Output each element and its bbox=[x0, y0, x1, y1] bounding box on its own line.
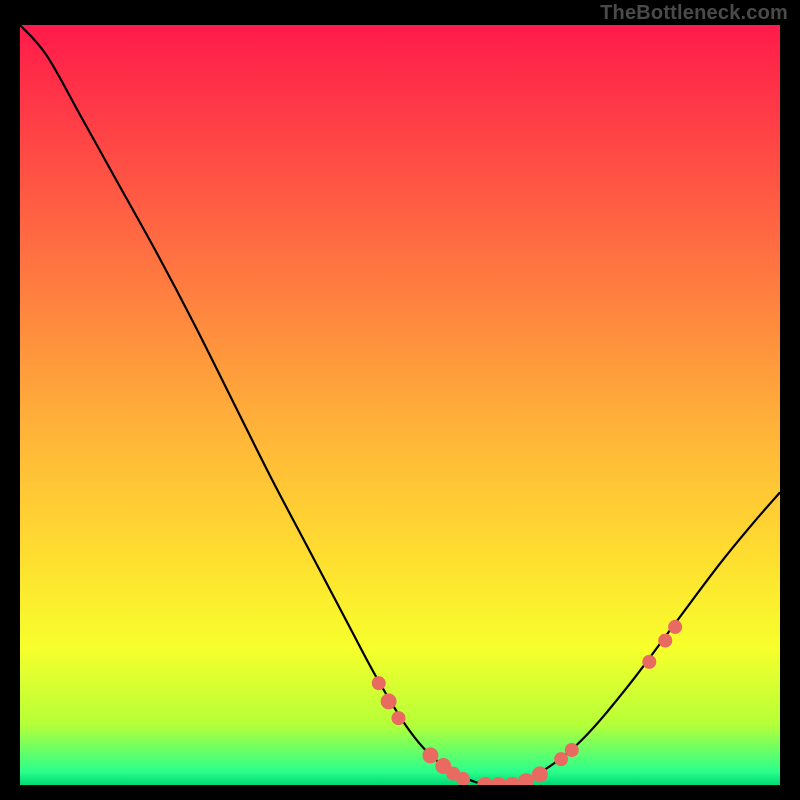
data-marker bbox=[554, 752, 568, 766]
data-marker bbox=[491, 777, 507, 785]
data-marker bbox=[658, 634, 672, 648]
bottleneck-curve bbox=[20, 25, 780, 785]
data-marker bbox=[518, 773, 534, 785]
data-marker bbox=[532, 766, 548, 782]
attribution-text: TheBottleneck.com bbox=[600, 2, 788, 25]
data-marker bbox=[372, 676, 386, 690]
curve-layer bbox=[20, 25, 780, 785]
data-marker bbox=[565, 743, 579, 757]
data-marker bbox=[477, 777, 493, 785]
data-marker bbox=[504, 777, 520, 785]
data-marker bbox=[642, 655, 656, 669]
data-marker bbox=[391, 711, 405, 725]
plot-area bbox=[20, 25, 780, 785]
marker-group bbox=[372, 620, 682, 785]
data-marker bbox=[668, 620, 682, 634]
data-marker bbox=[381, 693, 397, 709]
chart-frame: TheBottleneck.com bbox=[0, 0, 800, 800]
data-marker bbox=[422, 747, 438, 763]
